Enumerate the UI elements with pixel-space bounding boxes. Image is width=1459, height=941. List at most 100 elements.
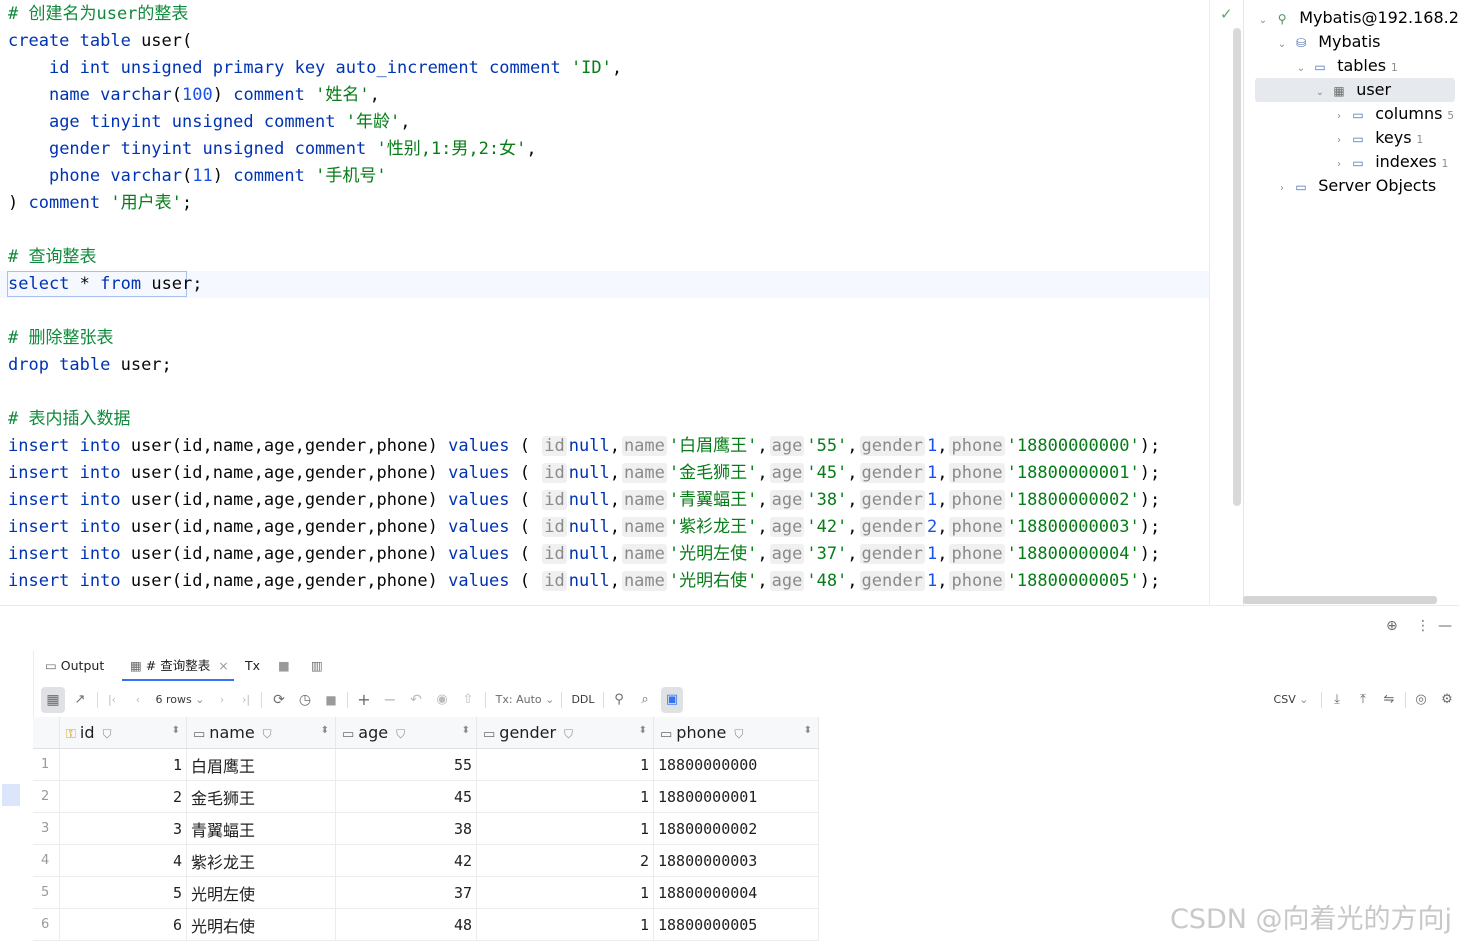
- filter-icon[interactable]: ⛉: [103, 727, 112, 741]
- cell-id[interactable]: 4: [59, 844, 187, 877]
- cell-age[interactable]: 55: [335, 748, 477, 781]
- code-line[interactable]: phone varchar(11) comment '手机号': [8, 163, 387, 190]
- cell-gender[interactable]: 1: [476, 780, 654, 813]
- code-line[interactable]: insert into user(id,name,age,gender,phon…: [8, 541, 1160, 568]
- delete-row-icon[interactable]: −: [379, 687, 401, 713]
- sort-icon[interactable]: ⬍: [462, 725, 470, 736]
- code-line[interactable]: # 删除整张表: [8, 325, 113, 352]
- cell-name[interactable]: 光明左使: [186, 876, 336, 909]
- code-line[interactable]: drop table user;: [8, 352, 172, 379]
- editor-scrollbar[interactable]: [1233, 28, 1241, 506]
- code-line[interactable]: insert into user(id,name,age,gender,phon…: [8, 514, 1160, 541]
- filter-icon[interactable]: ⛉: [263, 727, 272, 741]
- code-line[interactable]: name varchar(100) comment '姓名',: [8, 82, 380, 109]
- submit-icon[interactable]: ⇧: [457, 687, 479, 713]
- add-row-icon[interactable]: +: [353, 687, 375, 713]
- view-icon[interactable]: ◎: [1411, 687, 1431, 713]
- tab-transactions[interactable]: Tx: [245, 651, 260, 681]
- table-row[interactable]: 6 6 光明右使 48 1 18800000005: [33, 908, 819, 941]
- tree-item-user-table[interactable]: ⌄ ▦ user: [1314, 78, 1391, 102]
- pin-icon[interactable]: ⚲: [609, 687, 629, 713]
- tree-horizontal-scrollbar[interactable]: [1243, 596, 1437, 604]
- tree-item-indexes[interactable]: › ▭ indexes 1: [1333, 150, 1448, 174]
- cell-gender[interactable]: 1: [476, 908, 654, 941]
- tx-mode-dropdown[interactable]: Tx: Auto ⌄: [495, 687, 555, 713]
- next-page-icon[interactable]: ›: [213, 687, 231, 713]
- tree-item-columns[interactable]: › ▭ columns 5: [1333, 102, 1454, 126]
- cell-gender[interactable]: 1: [476, 876, 654, 909]
- cell-age[interactable]: 48: [335, 908, 477, 941]
- filter-icon[interactable]: ⛉: [564, 727, 573, 741]
- table-row[interactable]: 5 5 光明左使 37 1 18800000004: [33, 876, 819, 909]
- cell-name[interactable]: 金毛狮王: [186, 780, 336, 813]
- cell-id[interactable]: 6: [59, 908, 187, 941]
- code-line[interactable]: # 创建名为user的整表: [8, 1, 188, 28]
- row-number[interactable]: 6: [33, 908, 60, 941]
- cell-phone[interactable]: 18800000003: [653, 844, 819, 877]
- code-line[interactable]: insert into user(id,name,age,gender,phon…: [8, 460, 1160, 487]
- preview-changes-icon[interactable]: ◉: [431, 687, 453, 713]
- compare-icon[interactable]: ⇋: [1379, 687, 1399, 713]
- tab-output[interactable]: ▭ Output: [45, 651, 104, 681]
- cell-id[interactable]: 5: [59, 876, 187, 909]
- export-format-dropdown[interactable]: CSV ⌄: [1269, 687, 1313, 713]
- code-line[interactable]: gender tinyint unsigned comment '性别,1:男,…: [8, 136, 537, 163]
- more-options-icon[interactable]: ⋮: [1416, 618, 1430, 634]
- cell-age[interactable]: 45: [335, 780, 477, 813]
- row-number[interactable]: 4: [33, 844, 60, 877]
- tree-item-connection[interactable]: ⌄ ⚲ Mybatis@192.168.244.129: [1257, 6, 1459, 30]
- cell-gender[interactable]: 1: [476, 812, 654, 845]
- rows-count-dropdown[interactable]: 6 rows ⌄: [155, 687, 205, 713]
- column-header-age[interactable]: ▭ age ⛉ ⬍: [335, 717, 477, 749]
- row-number[interactable]: 1: [33, 748, 60, 781]
- panel-divider[interactable]: [0, 605, 1459, 606]
- target-icon[interactable]: ⊕: [1386, 618, 1398, 634]
- cell-gender[interactable]: 1: [476, 748, 654, 781]
- close-icon[interactable]: ×: [218, 658, 228, 673]
- cell-id[interactable]: 3: [59, 812, 187, 845]
- chart-view-icon[interactable]: ↗: [69, 687, 91, 713]
- grid-view-icon[interactable]: ▦: [41, 687, 65, 713]
- tab-query-result[interactable]: ▦ # 查询整表 ×: [130, 651, 229, 681]
- code-line[interactable]: select * from user;: [8, 271, 203, 298]
- stop-icon[interactable]: ■: [278, 651, 290, 681]
- row-number[interactable]: 3: [33, 812, 60, 845]
- history-icon[interactable]: ◷: [295, 687, 315, 713]
- column-header-id[interactable]: ⚿ id ⛉ ⬍: [59, 717, 187, 749]
- column-header-phone[interactable]: ▭ phone ⛉ ⬍: [653, 717, 819, 749]
- column-header-name[interactable]: ▭ name ⛉ ⬍: [186, 717, 336, 749]
- cell-age[interactable]: 42: [335, 844, 477, 877]
- cell-phone[interactable]: 18800000005: [653, 908, 819, 941]
- cell-phone[interactable]: 18800000002: [653, 812, 819, 845]
- tree-item-tables[interactable]: ⌄ ▭ tables 1: [1295, 54, 1398, 78]
- cell-age[interactable]: 37: [335, 876, 477, 909]
- stop-query-icon[interactable]: ■: [321, 687, 341, 713]
- code-line[interactable]: ) comment '用户表';: [8, 190, 192, 217]
- cell-name[interactable]: 青翼蝠王: [186, 812, 336, 845]
- tree-item-schema[interactable]: ⌄ ⛁ Mybatis: [1276, 30, 1381, 54]
- revert-icon[interactable]: ↶: [405, 687, 427, 713]
- row-number[interactable]: 5: [33, 876, 60, 909]
- cell-gender[interactable]: 2: [476, 844, 654, 877]
- cell-name[interactable]: 白眉鹰王: [186, 748, 336, 781]
- table-row[interactable]: 3 3 青翼蝠王 38 1 18800000002: [33, 812, 819, 845]
- previous-page-icon[interactable]: ‹: [129, 687, 147, 713]
- cell-age[interactable]: 38: [335, 812, 477, 845]
- refresh-icon[interactable]: ⟳: [269, 687, 289, 713]
- settings-icon[interactable]: ⚙: [1437, 687, 1457, 713]
- table-row[interactable]: 4 4 紫衫龙王 42 2 18800000003: [33, 844, 819, 877]
- column-header-gender[interactable]: ▭ gender ⛉ ⬍: [476, 717, 654, 749]
- sort-icon[interactable]: ⬍: [321, 725, 329, 736]
- ddl-button[interactable]: DDL: [569, 687, 597, 713]
- table-row[interactable]: 1 1 白眉鹰王 55 1 18800000000: [33, 748, 819, 781]
- sort-icon[interactable]: ⬍: [639, 725, 647, 736]
- upload-icon[interactable]: ⤒: [1353, 687, 1373, 713]
- cell-phone[interactable]: 18800000004: [653, 876, 819, 909]
- cell-name[interactable]: 光明右使: [186, 908, 336, 941]
- last-page-icon[interactable]: ›|: [237, 687, 255, 713]
- tree-item-keys[interactable]: › ▭ keys 1: [1333, 126, 1423, 150]
- sql-editor[interactable]: # 创建名为user的整表 create table user( id int u…: [0, 0, 1210, 605]
- code-line[interactable]: age tinyint unsigned comment '年龄',: [8, 109, 411, 136]
- code-line[interactable]: # 表内插入数据: [8, 406, 130, 433]
- cell-phone[interactable]: 18800000000: [653, 748, 819, 781]
